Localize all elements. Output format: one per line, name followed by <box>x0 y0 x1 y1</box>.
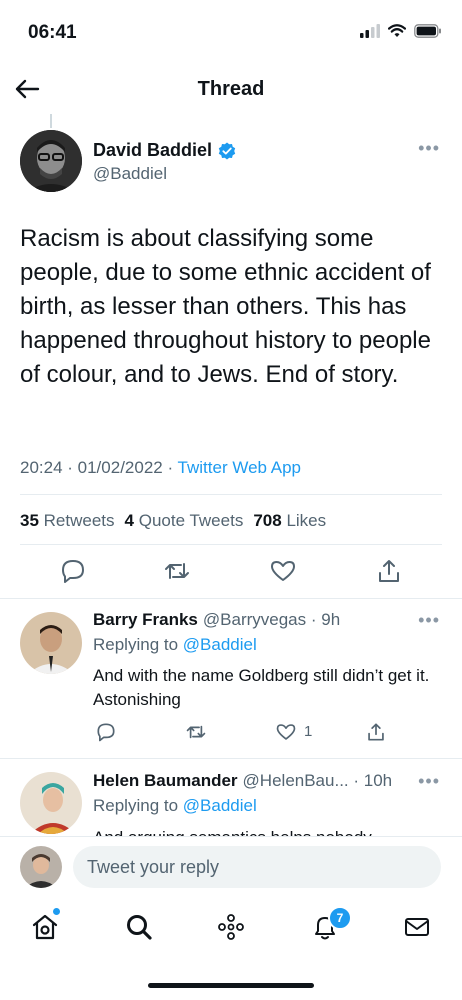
home-new-dot <box>53 908 60 915</box>
cellular-signal-icon <box>360 24 380 38</box>
thread-connector-line <box>50 114 52 128</box>
reply-text: And with the name Goldberg still didn’t … <box>93 666 430 709</box>
wifi-icon <box>388 24 406 37</box>
divider <box>0 758 462 759</box>
retweet-icon[interactable] <box>186 722 206 742</box>
divider <box>20 544 442 545</box>
reply-text: And arguing semantics helps nobody <box>93 826 433 836</box>
reply-author[interactable]: Helen Baumander @HelenBau... · 10h <box>93 771 392 791</box>
more-options-icon[interactable]: ••• <box>418 610 440 631</box>
tweet-timestamp: 20:24 · 01/02/2022 · <box>20 458 178 477</box>
author-name[interactable]: David Baddiel <box>93 140 236 161</box>
battery-icon <box>414 24 441 38</box>
author-handle[interactable]: @Baddiel <box>93 164 167 184</box>
like-icon[interactable] <box>276 722 296 742</box>
reply-icon[interactable] <box>60 558 86 584</box>
tweet-stats: 35 Retweets 4 Quote Tweets 708 Likes <box>20 511 326 531</box>
status-time: 06:41 <box>28 22 77 43</box>
messages-envelope-icon[interactable] <box>402 912 432 942</box>
compose-divider <box>0 836 462 837</box>
home-icon[interactable] <box>30 912 60 942</box>
share-icon[interactable] <box>376 558 402 584</box>
reply-avatar[interactable] <box>20 612 82 674</box>
my-avatar[interactable] <box>20 846 62 888</box>
verified-badge-icon <box>218 142 236 159</box>
reply-text-clip: And arguing semantics helps nobody <box>0 822 462 836</box>
replying-to-handle[interactable]: @Baddiel <box>183 796 257 815</box>
search-icon[interactable] <box>124 912 154 942</box>
reply-author[interactable]: Barry Franks @Barryvegas · 9h <box>93 610 340 630</box>
like-icon[interactable] <box>270 558 296 584</box>
tweet-text: Racism is about classifying some people,… <box>20 225 431 388</box>
more-options-icon[interactable]: ••• <box>418 771 440 792</box>
reply-author-name: Helen Baumander <box>93 771 238 790</box>
notifications-badge: 7 <box>328 906 352 930</box>
replying-to-handle[interactable]: @Baddiel <box>183 635 257 654</box>
share-icon[interactable] <box>366 722 386 742</box>
reply-handle-time: @Barryvegas · 9h <box>202 610 341 629</box>
reply-handle-time: @HelenBau... · 10h <box>242 771 393 790</box>
home-indicator <box>148 983 314 988</box>
tweet-source-link[interactable]: Twitter Web App <box>178 458 301 477</box>
divider <box>0 598 462 599</box>
likes-stat[interactable]: 708 Likes <box>253 511 326 531</box>
retweet-icon[interactable] <box>164 558 190 584</box>
author-avatar[interactable] <box>20 130 82 192</box>
more-options-icon[interactable]: ••• <box>418 138 440 159</box>
divider <box>20 494 442 495</box>
retweets-stat[interactable]: 35 Retweets <box>20 511 115 531</box>
quotes-stat[interactable]: 4 Quote Tweets <box>125 511 244 531</box>
page-title: Thread <box>197 78 265 100</box>
replying-to: Replying to @Baddiel <box>93 796 257 815</box>
replying-to: Replying to @Baddiel <box>93 635 257 654</box>
spaces-icon[interactable] <box>216 912 246 942</box>
author-name-text: David Baddiel <box>93 140 213 160</box>
reply-icon[interactable] <box>96 722 116 742</box>
reply-input[interactable]: Tweet your reply <box>73 846 441 888</box>
status-icons <box>360 24 442 38</box>
like-count: 1 <box>304 723 313 740</box>
reply-author-name: Barry Franks <box>93 610 198 629</box>
tweet-meta: 20:24 · 01/02/2022 · Twitter Web App <box>20 458 301 478</box>
